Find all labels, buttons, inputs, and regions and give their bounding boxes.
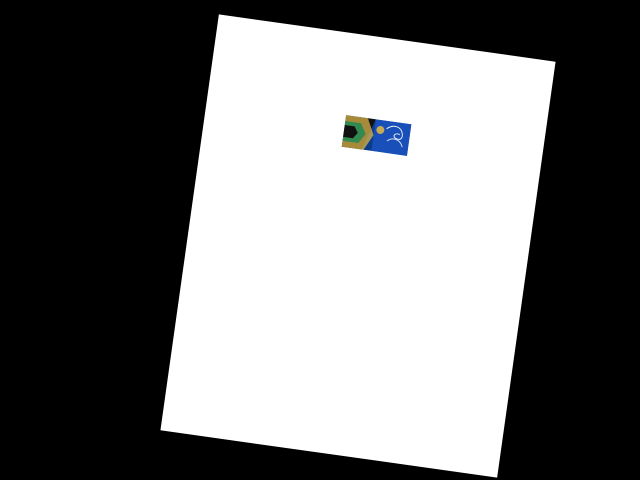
printed-card-image bbox=[341, 115, 412, 156]
card-script-text bbox=[384, 128, 407, 151]
document-page bbox=[160, 14, 556, 478]
scan-scene bbox=[0, 0, 640, 480]
